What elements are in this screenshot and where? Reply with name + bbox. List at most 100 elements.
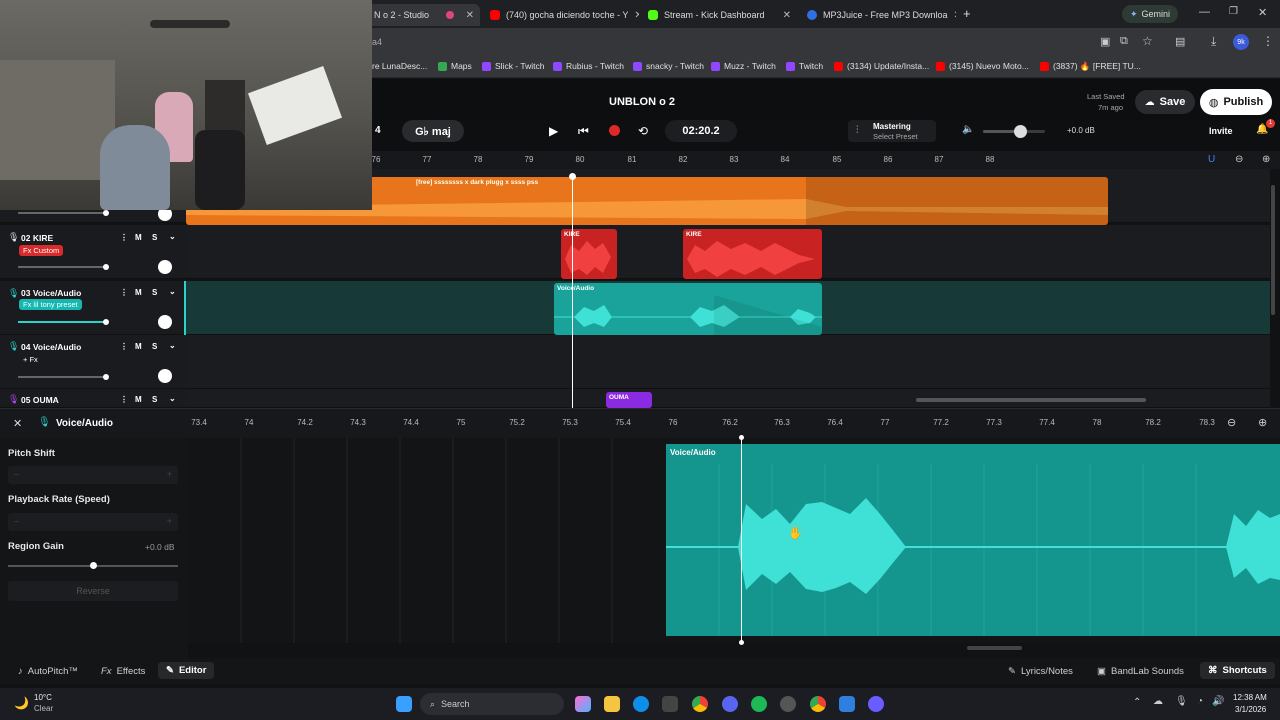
bandlab-sounds-button[interactable]: ▣ BandLab Sounds: [1097, 666, 1184, 677]
maximize-button[interactable]: ❐: [1229, 6, 1238, 17]
audio-region-kire[interactable]: KIRE: [683, 229, 822, 279]
bookmark-item[interactable]: Muzz - Twitch: [711, 61, 776, 71]
solo-button[interactable]: S: [152, 288, 157, 297]
weather-temp[interactable]: 10°C: [34, 693, 52, 702]
mute-button[interactable]: M: [135, 233, 142, 242]
mic-icon[interactable]: 🎙: [1175, 696, 1188, 707]
bookmark-item[interactable]: snacky - Twitch: [633, 61, 704, 71]
bookmark-item[interactable]: (3134) Update/Insta...: [834, 61, 929, 71]
speaker-icon[interactable]: 🔈: [962, 124, 974, 135]
track-name[interactable]: OUMA: [33, 395, 59, 405]
bookmark-star-icon[interactable]: ☆: [1142, 34, 1153, 48]
fx-tag[interactable]: Fx Custom: [19, 245, 64, 256]
fx-tag[interactable]: Fx lil tony preset: [19, 299, 82, 310]
chevron-down-icon[interactable]: ⌄: [169, 287, 176, 296]
window-close-button[interactable]: ✕: [1258, 6, 1267, 19]
rewind-button[interactable]: ⏮: [578, 124, 589, 139]
audio-region-kire[interactable]: KIRE: [561, 229, 617, 279]
solo-button[interactable]: S: [152, 342, 157, 351]
add-fx-button[interactable]: + Fx: [19, 354, 42, 365]
volume-slider-thumb[interactable]: [103, 264, 109, 270]
chevron-down-icon[interactable]: ⌄: [169, 341, 176, 350]
cast-icon[interactable]: ▣: [1100, 35, 1110, 48]
lyrics-button[interactable]: ✎ Lyrics/Notes: [1008, 666, 1073, 677]
zoom-in-icon[interactable]: ⊕: [1262, 154, 1270, 165]
edge-icon[interactable]: [633, 696, 649, 712]
clock-date[interactable]: 3/1/2026: [1235, 705, 1266, 714]
track-header-02[interactable]: 🎙 02 KIRE Fx Custom ⋮ M S ⌄: [0, 225, 186, 279]
menu-icon[interactable]: ⋮: [1262, 34, 1274, 48]
volume-slider-thumb[interactable]: [103, 374, 109, 380]
bookmark-item[interactable]: Slick - Twitch: [482, 61, 544, 71]
reverse-button[interactable]: Reverse: [8, 581, 178, 601]
profile-avatar[interactable]: 9k: [1233, 34, 1249, 50]
volume-slider-thumb[interactable]: [103, 210, 109, 216]
chevron-down-icon[interactable]: ⌄: [169, 394, 176, 403]
minimize-button[interactable]: —: [1199, 6, 1210, 18]
decrement-button[interactable]: –: [14, 516, 19, 526]
tab-kick[interactable]: Stream - Kick Dashboard ✕: [642, 4, 797, 26]
discord-icon[interactable]: [722, 696, 738, 712]
track-lane-02[interactable]: KIRE KIRE: [186, 225, 1270, 279]
loop-button[interactable]: ⟲: [638, 124, 648, 138]
bookmark-item[interactable]: Maps: [438, 61, 472, 71]
magnet-icon[interactable]: U: [1208, 154, 1215, 165]
url-text[interactable]: a4: [372, 37, 382, 47]
solo-button[interactable]: S: [152, 233, 157, 242]
track-name[interactable]: Voice/Audio: [33, 288, 82, 298]
chevron-up-icon[interactable]: ⌃: [1133, 697, 1141, 708]
bookmark-item[interactable]: (3145) Nuevo Moto...: [936, 61, 1029, 71]
editor-playhead-handle[interactable]: [739, 435, 744, 440]
wifi-icon[interactable]: ◔: [1197, 696, 1203, 707]
gemini-button[interactable]: ✦ Gemini: [1122, 5, 1179, 23]
track-menu-icon[interactable]: ⋮: [120, 288, 128, 297]
audio-region-ouma[interactable]: OUMA: [606, 392, 652, 408]
zoom-in-icon[interactable]: ⊕: [1258, 416, 1267, 429]
volume-slider[interactable]: [18, 210, 109, 216]
track-lane-04[interactable]: [186, 335, 1270, 389]
invite-button[interactable]: Invite: [1209, 126, 1233, 136]
zoom-out-icon[interactable]: ⊖: [1227, 416, 1236, 429]
mute-button[interactable]: M: [135, 395, 142, 404]
solo-button[interactable]: S: [152, 395, 157, 404]
track-lane-03[interactable]: Voice/Audio: [186, 281, 1270, 335]
region-gain-slider[interactable]: [8, 562, 178, 569]
close-icon[interactable]: ✕: [783, 10, 791, 21]
bookmark-item[interactable]: Twitch: [786, 61, 823, 71]
master-volume-slider[interactable]: [983, 125, 1045, 138]
track-menu-icon[interactable]: ⋮: [120, 395, 128, 404]
publish-button[interactable]: ◍ Publish: [1200, 89, 1272, 115]
close-icon[interactable]: ✕: [634, 10, 639, 21]
save-button[interactable]: ☁ Save: [1135, 90, 1195, 114]
pan-knob[interactable]: [158, 369, 172, 383]
spotify-icon[interactable]: [751, 696, 767, 712]
bookmark-item[interactable]: Rubius - Twitch: [553, 61, 624, 71]
pitch-shift-stepper[interactable]: – +: [8, 466, 178, 484]
track-menu-icon[interactable]: ⋮: [120, 233, 128, 242]
key-button[interactable]: G♭ maj: [402, 120, 464, 142]
region-gain-thumb[interactable]: [90, 562, 97, 569]
clock-time[interactable]: 12:38 AM: [1233, 693, 1267, 702]
mute-button[interactable]: M: [135, 342, 142, 351]
windows-start-icon[interactable]: [396, 696, 412, 712]
cloud-icon[interactable]: ☁: [1153, 696, 1163, 707]
download-icon[interactable]: ⤓: [1211, 34, 1216, 49]
track-header-03[interactable]: 🎙 03 Voice/Audio Fx lil tony preset ⋮ M …: [0, 281, 186, 335]
track-menu-icon[interactable]: ⋮: [120, 342, 128, 351]
copilot-icon[interactable]: [575, 696, 591, 712]
zoom-out-icon[interactable]: ⊖: [1235, 154, 1243, 165]
decrement-button[interactable]: –: [14, 469, 19, 479]
master-volume-knob[interactable]: [1014, 125, 1028, 138]
bpm-value[interactable]: 4: [375, 125, 381, 136]
volume-icon[interactable]: 🔊: [1212, 696, 1224, 707]
volume-slider[interactable]: [18, 374, 109, 380]
close-icon[interactable]: ✕: [954, 10, 956, 21]
track-name[interactable]: KIRE: [33, 233, 53, 243]
close-icon[interactable]: ✕: [466, 10, 474, 21]
volume-slider[interactable]: [18, 319, 109, 325]
app-icon[interactable]: [868, 696, 884, 712]
track-lane-05[interactable]: OUMA: [186, 389, 1270, 408]
effects-button[interactable]: Fx Effects: [101, 666, 145, 677]
taskbar-search[interactable]: ⌕ Search: [420, 693, 564, 715]
editor-horizontal-scrollbar[interactable]: [967, 646, 1022, 650]
